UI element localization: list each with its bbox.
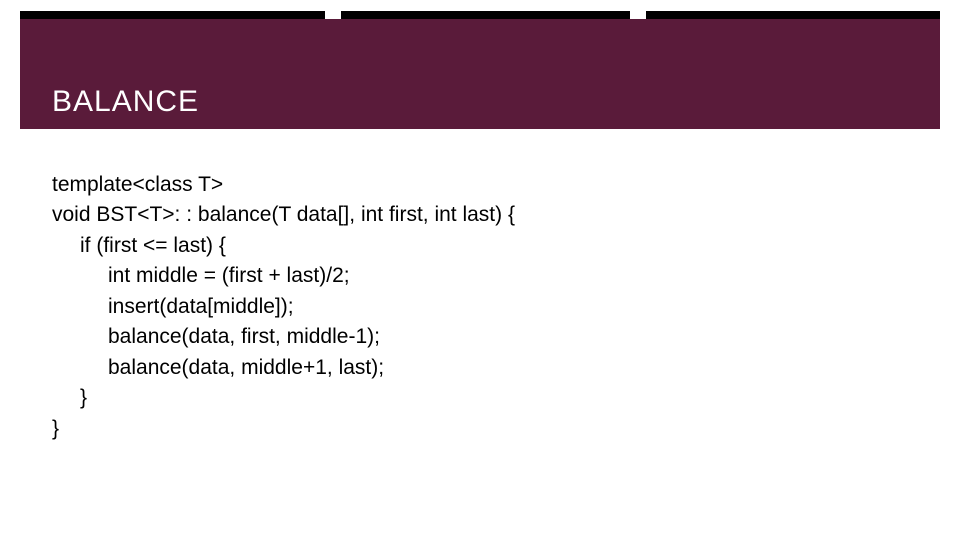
code-line: } bbox=[52, 383, 515, 413]
top-accent-gap bbox=[325, 11, 341, 19]
code-block: template<class T> void BST<T>: : balance… bbox=[52, 170, 515, 444]
code-line: } bbox=[52, 414, 515, 444]
code-line: template<class T> bbox=[52, 170, 515, 200]
code-line: int middle = (first + last)/2; bbox=[52, 261, 515, 291]
code-line: insert(data[middle]); bbox=[52, 292, 515, 322]
code-line: balance(data, middle+1, last); bbox=[52, 353, 515, 383]
code-line: if (first <= last) { bbox=[52, 231, 515, 261]
code-line: void BST<T>: : balance(T data[], int fir… bbox=[52, 200, 515, 230]
slide-title: BALANCE bbox=[52, 85, 199, 119]
code-line: balance(data, first, middle-1); bbox=[52, 322, 515, 352]
slide: BALANCE template<class T> void BST<T>: :… bbox=[0, 0, 960, 540]
top-accent-gap bbox=[630, 11, 646, 19]
top-accent-bar bbox=[20, 11, 940, 19]
